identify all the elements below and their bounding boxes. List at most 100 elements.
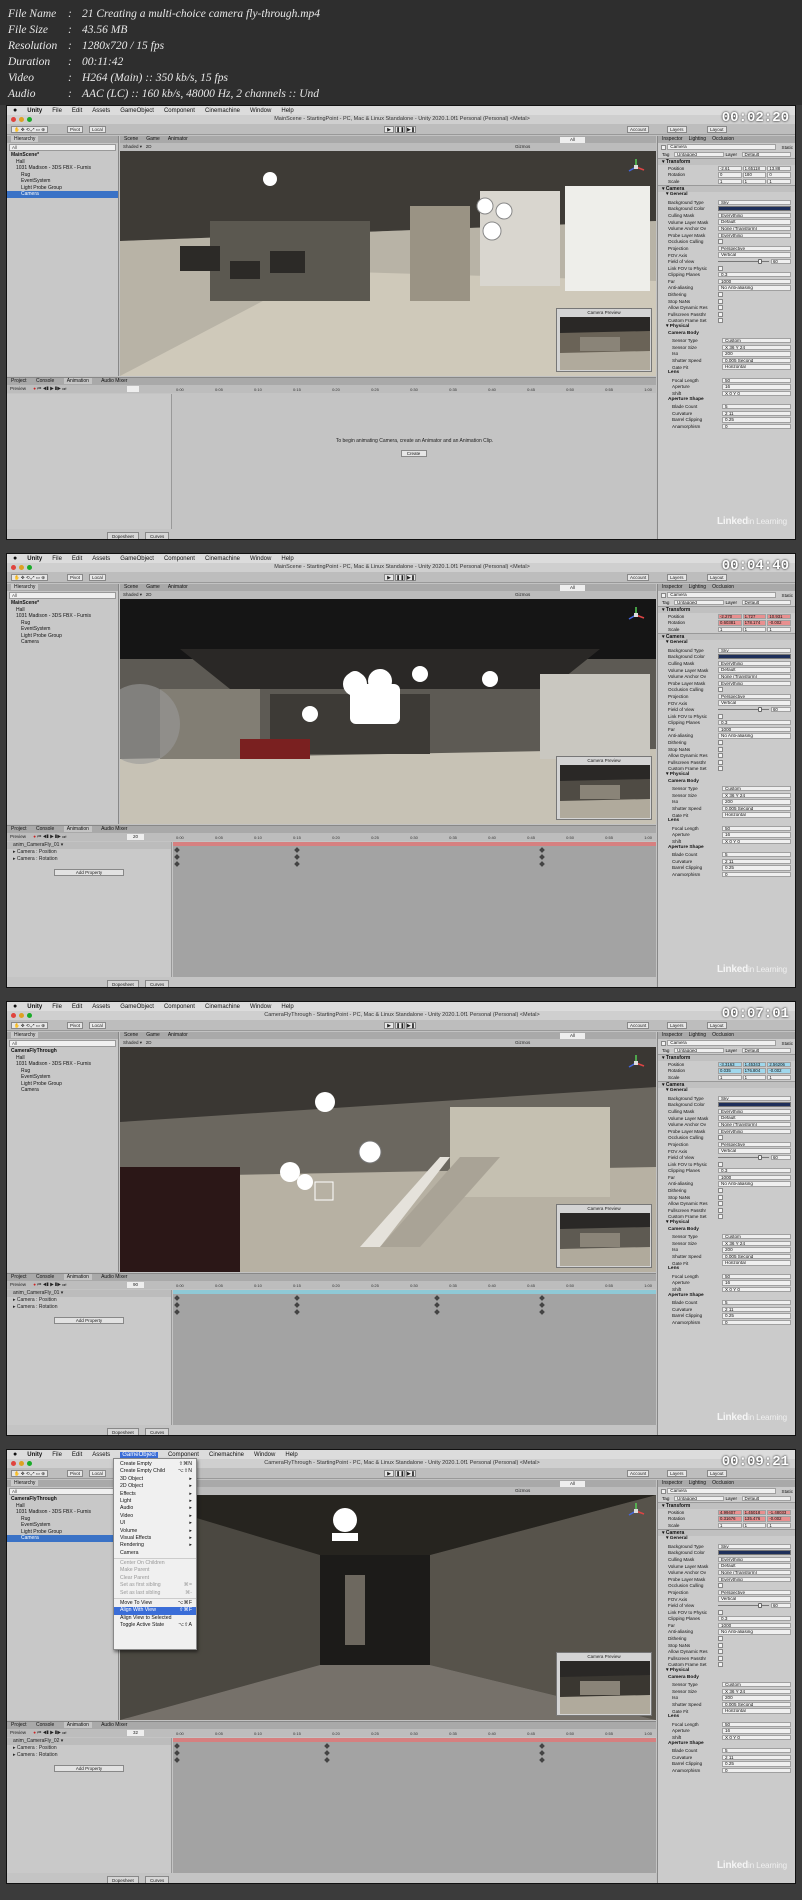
gizmos-dropdown[interactable]: Gizmos xyxy=(515,1487,530,1495)
close-window-icon[interactable] xyxy=(11,117,16,122)
timeline-ruler[interactable]: 0:00 0:05 0:10 0:15 0:20 0:25 0:30 0:35 0:40 0:45… xyxy=(172,833,656,842)
inspector-field[interactable]: Sky xyxy=(718,1543,791,1549)
tab-lighting[interactable]: Lighting xyxy=(689,584,707,591)
animated-property[interactable]: ▸ Camera : Position xyxy=(7,1297,171,1304)
keyframe[interactable] xyxy=(539,847,545,853)
keyframe[interactable] xyxy=(324,1757,330,1763)
rotation-z-field[interactable]: -0.002 xyxy=(767,620,792,626)
menu-item[interactable]: 3D Object ▸ xyxy=(114,1476,196,1483)
transform-header[interactable]: ▾ Transform xyxy=(658,1053,795,1062)
keyframe[interactable] xyxy=(434,1295,440,1301)
scale-x-field[interactable]: 1 xyxy=(718,1522,742,1529)
scene-viewport[interactable]: Camera Preview xyxy=(120,599,656,824)
inspector-field[interactable]: 200 xyxy=(722,799,791,805)
pivot-toggle[interactable]: Pivot xyxy=(67,126,84,133)
shading-dropdown[interactable]: Shaded xyxy=(123,592,139,597)
menu-item[interactable]: Align With View ⇧⌘F xyxy=(114,1607,196,1615)
keyframe[interactable] xyxy=(539,854,545,860)
timeline-ruler[interactable]: 0:00 0:05 0:10 0:15 0:20 0:25 0:30 0:35 0:40 0:45… xyxy=(172,385,656,394)
play-anim-icon[interactable]: ▶ xyxy=(50,1730,54,1735)
menu-assets[interactable]: Assets xyxy=(92,556,110,562)
menu-item[interactable]: UI ▸ xyxy=(114,1520,196,1527)
first-key-icon[interactable]: ⏮ xyxy=(37,834,41,839)
keyframe[interactable] xyxy=(539,1302,545,1308)
inspector-field[interactable]: Vertical xyxy=(718,1596,791,1602)
keyframe[interactable] xyxy=(174,1750,180,1756)
inspector-field[interactable]: X 0 Y 0 xyxy=(722,838,791,845)
minimize-window-icon[interactable] xyxy=(19,117,24,122)
tab-occlusion[interactable]: Occlusion xyxy=(712,136,734,143)
checkbox[interactable] xyxy=(718,1649,723,1655)
checkbox[interactable] xyxy=(718,298,723,304)
inspector-field[interactable]: 0.25 xyxy=(722,865,791,871)
scale-x-field[interactable]: 1 xyxy=(718,626,742,633)
tab-console[interactable]: Console xyxy=(36,378,54,384)
orientation-gizmo-icon[interactable] xyxy=(626,1053,646,1073)
tab-animation[interactable]: Animation xyxy=(63,1274,92,1280)
scale-y-field[interactable]: 1 xyxy=(742,1522,767,1529)
menu-item[interactable]: Video ▸ xyxy=(114,1513,196,1520)
checkbox[interactable] xyxy=(718,1135,723,1141)
inspector-field[interactable]: 0 xyxy=(722,423,791,430)
checkbox[interactable] xyxy=(718,311,723,317)
keyframe[interactable] xyxy=(294,854,300,860)
step-icon[interactable]: ▶❚ xyxy=(406,126,416,133)
animated-property[interactable]: ▸ Camera : Rotation xyxy=(7,1304,171,1311)
play-icon[interactable]: ▶ xyxy=(384,574,394,581)
keyframe[interactable] xyxy=(294,1309,300,1315)
checkbox[interactable] xyxy=(718,1194,723,1200)
checkbox[interactable] xyxy=(718,305,723,311)
keyframe[interactable] xyxy=(174,1295,180,1301)
general-section[interactable]: ▾ General xyxy=(658,640,795,647)
position-x-field[interactable]: 4.99407 xyxy=(718,1509,742,1516)
first-key-icon[interactable]: ⏮ xyxy=(37,386,41,391)
layout-dropdown[interactable]: Layout xyxy=(707,1470,727,1477)
rotation-y-field[interactable]: 176.804 xyxy=(742,1068,767,1074)
inspector-field[interactable]: Default xyxy=(718,219,791,225)
hierarchy-item[interactable]: Camera xyxy=(7,1535,118,1542)
tab-lighting[interactable]: Lighting xyxy=(689,1480,707,1487)
preview-toggle[interactable]: Preview xyxy=(10,386,26,391)
tab-hierarchy[interactable]: Hierarchy xyxy=(11,584,39,590)
tab-project[interactable]: Project xyxy=(11,826,27,832)
inspector-field[interactable]: 50 xyxy=(722,1721,791,1727)
keyframe[interactable] xyxy=(294,1302,300,1308)
position-y-field[interactable]: 1.45343 xyxy=(742,1061,767,1068)
inspector-field[interactable]: 1000 xyxy=(718,726,791,733)
tab-occlusion[interactable]: Occlusion xyxy=(712,584,734,591)
object-name-field[interactable]: Camera xyxy=(667,1040,776,1046)
add-property-button[interactable]: Add Property xyxy=(54,1765,124,1772)
checkbox[interactable] xyxy=(718,1161,723,1167)
inspector-field[interactable]: 1000 xyxy=(718,1174,791,1181)
orientation-gizmo-icon[interactable] xyxy=(626,157,646,177)
menu-item[interactable]: Move To View ⌥⌘F xyxy=(114,1600,196,1607)
hierarchy-item[interactable]: Camera xyxy=(7,1087,118,1094)
inspector-field[interactable]: Perspective xyxy=(718,1589,791,1596)
animation-dopesheet[interactable] xyxy=(173,1290,656,1425)
tab-animator[interactable]: Animator xyxy=(168,136,188,143)
keyframe[interactable] xyxy=(434,1302,440,1308)
menu-item[interactable]: Camera xyxy=(114,1550,196,1557)
checkbox[interactable] xyxy=(718,265,723,271)
hand-tool-icon[interactable]: ✋ ✥ ⟲ ⤢ ▭ ⊕ xyxy=(11,1022,49,1029)
menu-unity[interactable]: Unity xyxy=(27,556,42,562)
menu-help[interactable]: Help xyxy=(285,1452,297,1458)
keyframe[interactable] xyxy=(539,1750,545,1756)
gizmos-dropdown[interactable]: Gizmos xyxy=(515,591,530,599)
prev-key-icon[interactable]: ◀❚ xyxy=(43,386,49,391)
layout-dropdown[interactable]: Layout xyxy=(707,1022,727,1029)
inspector-field[interactable]: 2 11 xyxy=(722,410,791,416)
menu-edit[interactable]: Edit xyxy=(72,108,82,114)
inspector-field[interactable]: 16 xyxy=(722,832,791,838)
layer-dropdown[interactable]: Default xyxy=(741,1495,791,1501)
inspector-field[interactable]: Everything xyxy=(718,232,791,238)
object-name-field[interactable]: Camera xyxy=(667,592,776,598)
physical-section[interactable]: ▾ Physical xyxy=(658,1220,795,1227)
inspector-field[interactable]: Everything xyxy=(718,1108,791,1115)
tab-game[interactable]: Game xyxy=(146,1032,160,1039)
prev-key-icon[interactable]: ◀❚ xyxy=(43,1282,49,1287)
tab-console[interactable]: Console xyxy=(36,1722,54,1728)
tab-animation[interactable]: Animation xyxy=(63,1722,92,1728)
menu-item[interactable]: Align View to Selected xyxy=(114,1615,196,1622)
timeline-ruler[interactable]: 0:00 0:05 0:10 0:15 0:20 0:25 0:30 0:35 0:40 0:45… xyxy=(172,1729,656,1738)
